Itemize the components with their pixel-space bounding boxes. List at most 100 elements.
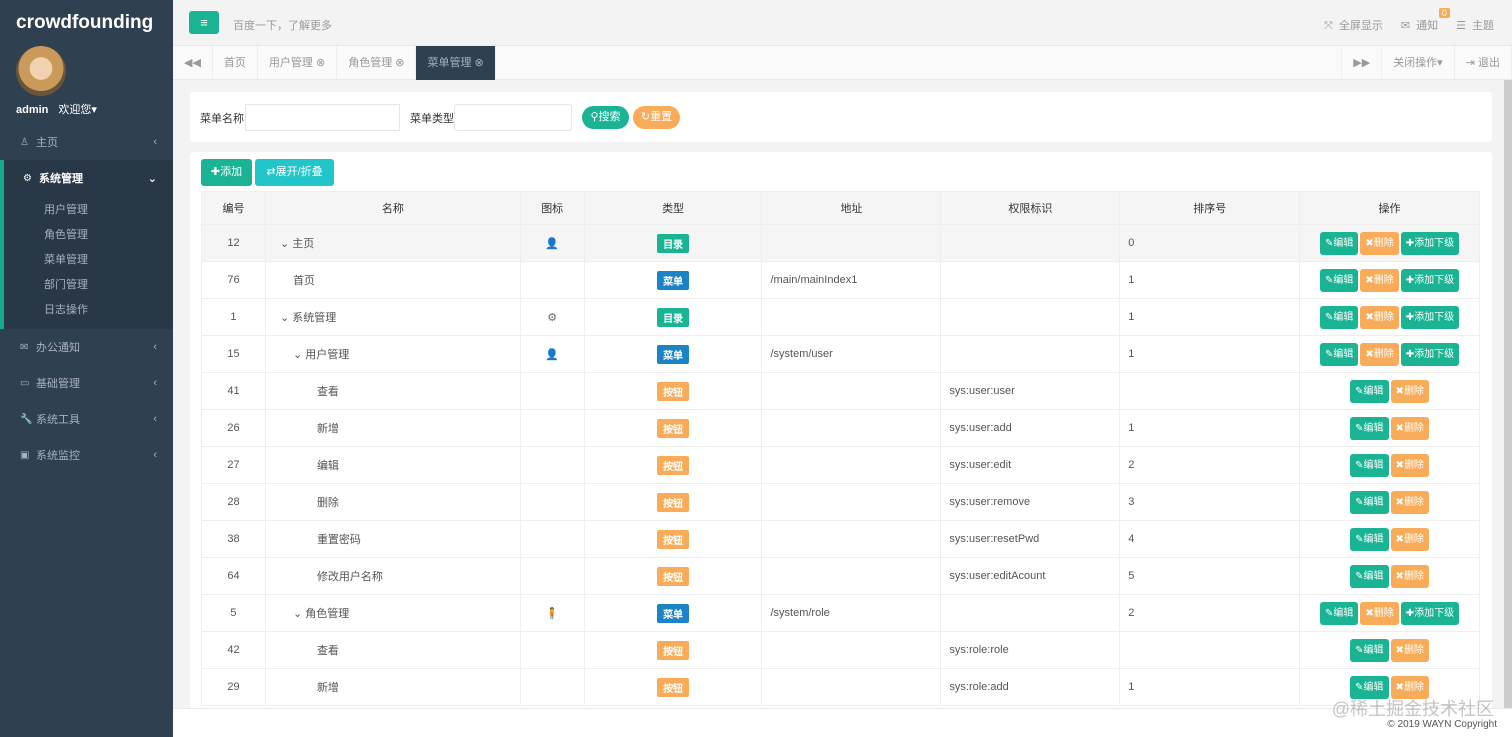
edit-label: 编辑 bbox=[1333, 237, 1354, 249]
table-row[interactable]: 76 首页 菜单/main/mainIndex1 1 ✎编辑 ✖删除 ✚添加下级 bbox=[201, 261, 1480, 299]
submenu-menu[interactable]: 菜单管理 bbox=[4, 248, 173, 273]
expand-collapse-button[interactable]: ⇄展开/折叠 bbox=[255, 159, 334, 186]
sidebar-item-system[interactable]: ⚙ 系统管理 ⌄ bbox=[0, 160, 173, 196]
delete-button[interactable]: ✖删除 bbox=[1360, 305, 1399, 329]
table-row[interactable]: 42 查看 按钮 sys:role:role ✎编辑 ✖删除 bbox=[201, 631, 1480, 669]
table-row[interactable]: 26 新增 按钮 sys:user:add 1 ✎编辑 ✖删除 bbox=[201, 409, 1480, 447]
welcome-dropdown[interactable]: 欢迎您▾ bbox=[58, 104, 97, 116]
edit-label: 编辑 bbox=[1363, 570, 1384, 582]
delete-button[interactable]: ✖删除 bbox=[1390, 453, 1429, 477]
avatar[interactable] bbox=[16, 46, 66, 96]
scrollbar[interactable] bbox=[1504, 80, 1512, 708]
table-row[interactable]: 1 ⌄ 系统管理 ⚙ 目录 1 ✎编辑 ✖删除 ✚添加下级 bbox=[201, 298, 1480, 336]
table-row[interactable]: 41 查看 按钮 sys:user:user ✎编辑 ✖删除 bbox=[201, 372, 1480, 410]
edit-button[interactable]: ✎编辑 bbox=[1350, 416, 1389, 440]
fullscreen-button[interactable]: ⤧ 全屏显示 bbox=[1324, 17, 1383, 33]
reset-button[interactable]: ↻重置 bbox=[633, 106, 680, 129]
add-child-button[interactable]: ✚添加下级 bbox=[1400, 231, 1460, 255]
submenu-user[interactable]: 用户管理 bbox=[4, 198, 173, 223]
order-cell: 1 bbox=[1119, 668, 1301, 706]
edit-button[interactable]: ✎编辑 bbox=[1319, 305, 1359, 329]
chevron-down-icon[interactable]: ⌄ bbox=[280, 312, 289, 324]
delete-button[interactable]: ✖删除 bbox=[1390, 527, 1429, 551]
edit-button[interactable]: ✎编辑 bbox=[1350, 527, 1389, 551]
table-row[interactable]: 15 ⌄ 用户管理 👤 菜单/system/user 1 ✎编辑 ✖删除 ✚添加下级 bbox=[201, 335, 1480, 373]
add-child-button[interactable]: ✚添加下级 bbox=[1400, 342, 1460, 366]
edit-button[interactable]: ✎编辑 bbox=[1350, 638, 1389, 662]
add-child-button[interactable]: ✚添加下级 bbox=[1400, 268, 1460, 292]
edit-button[interactable]: ✎编辑 bbox=[1350, 379, 1389, 403]
delete-button[interactable]: ✖删除 bbox=[1390, 564, 1429, 588]
chevron-left-icon: ‹ bbox=[153, 341, 157, 353]
notify-button[interactable]: ✉ 通知 0 bbox=[1401, 8, 1450, 33]
id-cell: 42 bbox=[201, 631, 266, 669]
search-button[interactable]: ⚲搜索 bbox=[582, 106, 629, 129]
id-cell: 26 bbox=[201, 409, 266, 447]
close-ops-dropdown[interactable]: 关闭操作▾ bbox=[1382, 46, 1455, 80]
logout-button[interactable]: ⇥ 退出 bbox=[1455, 46, 1512, 80]
perm-cell: sys:role:add bbox=[940, 668, 1121, 706]
add-child-button[interactable]: ✚添加下级 bbox=[1400, 601, 1460, 625]
delete-button[interactable]: ✖删除 bbox=[1390, 638, 1429, 662]
table-row[interactable]: 38 重置密码 按钮 sys:user:resetPwd 4 ✎编辑 ✖删除 bbox=[201, 520, 1480, 558]
menu-toggle-button[interactable]: ≡ bbox=[189, 11, 219, 34]
edit-button[interactable]: ✎编辑 bbox=[1319, 231, 1359, 255]
table-row[interactable]: 5 ⌄ 角色管理 🧍 菜单/system/role 2 ✎编辑 ✖删除 ✚添加下级 bbox=[201, 594, 1480, 632]
order-cell: 1 bbox=[1119, 298, 1301, 336]
user-menu[interactable]: admin 欢迎您▾ bbox=[16, 101, 97, 117]
chevron-left-icon: ‹ bbox=[153, 136, 157, 148]
delete-button[interactable]: ✖删除 bbox=[1390, 379, 1429, 403]
edit-button[interactable]: ✎编辑 bbox=[1319, 342, 1359, 366]
name-cell: ⌄ 主页 bbox=[264, 224, 521, 262]
submenu-role[interactable]: 角色管理 bbox=[4, 223, 173, 248]
tab-menu[interactable]: 菜单管理 ⊗ bbox=[416, 46, 496, 80]
add-child-button[interactable]: ✚添加下级 bbox=[1400, 305, 1460, 329]
edit-icon: ✎ bbox=[1355, 422, 1364, 434]
add-button[interactable]: ✚添加 bbox=[201, 159, 252, 186]
menu-name-input[interactable] bbox=[245, 104, 400, 131]
submenu-dept[interactable]: 部门管理 bbox=[4, 273, 173, 298]
theme-button[interactable]: ☰ 主题 bbox=[1456, 17, 1494, 33]
sidebar-item-basic[interactable]: ▭ 基础管理 ‹ bbox=[0, 365, 173, 401]
table-row[interactable]: 27 编辑 按钮 sys:user:edit 2 ✎编辑 ✖删除 bbox=[201, 446, 1480, 484]
tabs-scroll-right[interactable]: ▶▶ bbox=[1341, 46, 1383, 80]
delete-button[interactable]: ✖删除 bbox=[1390, 416, 1429, 440]
type-cell: 菜单 bbox=[583, 594, 763, 632]
table-row[interactable]: 29 新增 按钮 sys:role:add 1 ✎编辑 ✖删除 bbox=[201, 668, 1480, 706]
delete-button[interactable]: ✖删除 bbox=[1360, 342, 1399, 366]
delete-button[interactable]: ✖删除 bbox=[1360, 268, 1399, 292]
delete-button[interactable]: ✖删除 bbox=[1390, 490, 1429, 514]
edit-button[interactable]: ✎编辑 bbox=[1319, 268, 1359, 292]
table-row[interactable]: 28 删除 按钮 sys:user:remove 3 ✎编辑 ✖删除 bbox=[201, 483, 1480, 521]
edit-button[interactable]: ✎编辑 bbox=[1350, 490, 1389, 514]
menu-type-select[interactable] bbox=[454, 104, 572, 131]
chevron-left-icon: ‹ bbox=[153, 413, 157, 425]
search-hint[interactable]: 百度一下，了解更多 bbox=[233, 17, 332, 33]
type-cell: 按钮 bbox=[583, 557, 763, 595]
edit-button[interactable]: ✎编辑 bbox=[1350, 564, 1389, 588]
tabs-scroll-left[interactable]: ◀◀ bbox=[173, 46, 213, 80]
edit-button[interactable]: ✎编辑 bbox=[1319, 601, 1359, 625]
sidebar-item-monitor[interactable]: ▣ 系统监控 ‹ bbox=[0, 437, 173, 473]
chevron-down-icon[interactable]: ⌄ bbox=[293, 349, 302, 361]
delete-button[interactable]: ✖删除 bbox=[1360, 601, 1399, 625]
chevron-down-icon[interactable]: ⌄ bbox=[293, 608, 302, 620]
sidebar-item-tools[interactable]: 🔧 系统工具 ‹ bbox=[0, 401, 173, 437]
sidebar-item-office[interactable]: ✉ 办公通知 ‹ bbox=[0, 329, 173, 365]
perm-cell bbox=[940, 594, 1121, 632]
table-row[interactable]: 12 ⌄ 主页 👤 目录 0 ✎编辑 ✖删除 ✚添加下级 bbox=[201, 224, 1480, 262]
submenu-log[interactable]: 日志操作 bbox=[4, 298, 173, 323]
edit-button[interactable]: ✎编辑 bbox=[1350, 453, 1389, 477]
table-row[interactable]: 64 修改用户名称 按钮 sys:user:editAcount 5 ✎编辑 ✖删除 bbox=[201, 557, 1480, 595]
type-cell: 按钮 bbox=[583, 668, 763, 706]
tab-role[interactable]: 角色管理 ⊗ bbox=[337, 46, 417, 80]
search-icon: ⚲ bbox=[590, 111, 599, 123]
delete-button[interactable]: ✖删除 bbox=[1360, 231, 1399, 255]
chevron-down-icon[interactable]: ⌄ bbox=[280, 238, 289, 250]
notify-badge: 0 bbox=[1438, 8, 1450, 18]
tab-user[interactable]: 用户管理 ⊗ bbox=[258, 46, 338, 80]
order-cell: 5 bbox=[1119, 557, 1301, 595]
sidebar-item-home[interactable]: ♙ 主页 ‹ bbox=[0, 124, 173, 160]
tab-home[interactable]: 首页 bbox=[213, 46, 258, 80]
id-cell: 29 bbox=[201, 668, 266, 706]
